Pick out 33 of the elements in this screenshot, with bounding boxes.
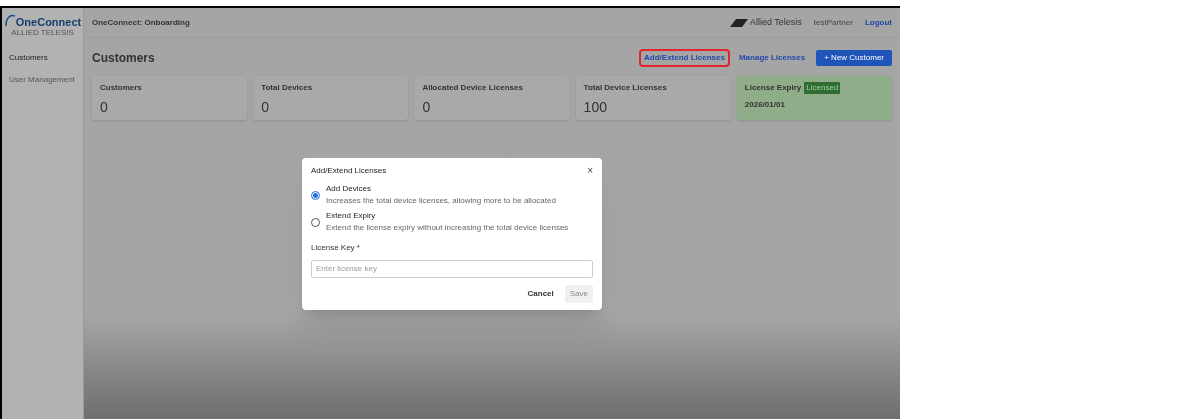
nav-item[interactable]: User Management	[2, 72, 83, 88]
close-button[interactable]: ×	[587, 166, 593, 176]
option-label: Add Devices	[326, 183, 372, 195]
stat-label: Customers	[100, 82, 142, 94]
stat-label: Allocated Device Licenses	[422, 82, 523, 94]
app-title: OneConnect: Onboarding	[92, 16, 191, 29]
logo-tagline: ALLIED TELESIS	[11, 28, 74, 37]
option-description: Increases the total device licenses, allowing more to be allocated	[326, 195, 556, 207]
stat-value: 0	[261, 98, 270, 117]
stat-label: Total Device Licenses	[583, 82, 667, 94]
option-label: Extend Expiry	[326, 210, 377, 222]
stat-value: 0	[422, 98, 432, 117]
dialog-button[interactable]: Cancel	[522, 285, 559, 303]
brand-logo-icon	[729, 18, 748, 27]
status-badge: Licensed	[804, 82, 841, 94]
link-button[interactable]: Add/Extend Licenses	[641, 51, 728, 65]
user-name: testPartner	[813, 16, 853, 29]
option-description: Extend the license expiry without increasing the total device licenses	[326, 222, 569, 234]
stat-value: 0	[100, 98, 109, 117]
logout-link[interactable]: Logout	[864, 16, 892, 29]
logo-text: OneConnect	[15, 16, 82, 28]
stat-value: 2026/01/01	[744, 99, 786, 111]
field-label: License Key *	[311, 242, 361, 254]
stat-value: 100	[583, 98, 608, 117]
link-button[interactable]: Manage Licenses	[735, 51, 809, 65]
license-key-field[interactable]: Enter license key	[311, 259, 593, 278]
brand-name: Allied Telesis	[749, 15, 802, 29]
page-title: Customers	[92, 50, 156, 67]
stat-label: License Expiry	[744, 82, 802, 94]
nav-item[interactable]: Customers	[2, 50, 83, 66]
stat-label: Total Devices	[261, 82, 313, 94]
new-customer-button[interactable]: + New Customer	[816, 50, 892, 66]
dialog-title: Add/Extend Licenses	[311, 165, 387, 177]
